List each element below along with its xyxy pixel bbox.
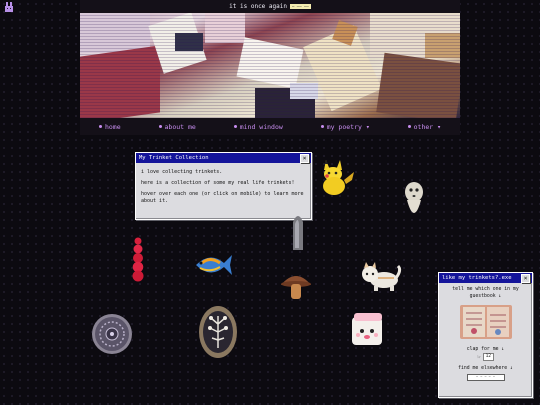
window-title: like my trinkets?.exe [442,275,512,281]
guestbook-book-icon[interactable] [459,303,512,341]
main-nav: home about me mind window my poetry ▾ ot… [80,118,460,135]
nav-other[interactable]: other ▾ [407,122,442,131]
close-button[interactable]: × [521,273,530,283]
bullet-icon [98,125,102,128]
pikachu-figurine[interactable] [318,158,354,196]
site-header: it is once again — —— —— home about me m… [80,0,460,135]
close-button[interactable]: × [300,153,309,163]
nav-my-poetry[interactable]: my poetry ▾ [320,122,370,131]
bullet-icon [158,125,162,128]
mushroom-figurine[interactable] [279,269,313,301]
intro-text: i love collecting trinkets. [141,169,223,175]
guestbook-window: like my trinkets?.exe × tell me which on… [438,272,533,398]
window-titlebar[interactable]: like my trinkets?.exe × [439,273,532,283]
intro-text: hover over each one (or click on mobile)… [141,191,304,204]
nav-about-me[interactable]: about me [158,122,196,131]
window-titlebar[interactable]: My Trinket Collection × [136,153,311,163]
stamps-label: find me elsewhere ↓ [458,366,513,371]
intro-text: here is a collection of some my real lif… [141,180,295,186]
clap-label: clap for me ↓ [466,347,505,352]
trinket-collection-window: My Trinket Collection × i love collectin… [135,152,312,220]
nav-label: other ▾ [413,122,442,131]
clap-counter[interactable]: ☞ 12 [441,353,530,361]
ornate-button[interactable] [90,312,134,356]
window-content: i love collecting trinkets. here is a co… [136,163,311,205]
cameo-brooch[interactable] [197,304,239,360]
header-bar: it is once again — —— —— [80,0,460,13]
spirit-figurine[interactable] [402,180,426,226]
cat-figurine[interactable] [360,262,402,292]
bullet-icon [320,125,324,128]
window-title: My Trinket Collection [139,155,209,161]
window-content: tell me which one in my guestbook ↓ clap… [439,283,532,381]
bunny-icon [5,2,13,12]
fish-charm[interactable] [192,251,234,277]
red-bead-stack[interactable] [130,235,146,283]
clap-count: 12 [482,353,495,361]
cube-charm[interactable] [350,311,386,347]
clap-icon: ☞ [476,353,481,361]
nav-home[interactable]: home [98,122,121,131]
nav-label: about me [164,122,196,131]
header-title: it is once again [229,3,287,10]
banner-image [80,13,460,118]
guestbook-prompt: tell me which one in my guestbook ↓ [452,287,519,299]
nav-label: home [104,122,121,131]
nav-label: my poetry ▾ [326,122,370,131]
nav-mind-window[interactable]: mind window [233,122,283,131]
elsewhere-button[interactable]: ~ ~ ~ ~ ~ [466,374,505,381]
bullet-charm[interactable] [290,210,306,252]
nav-label: mind window [239,122,283,131]
header-badge[interactable]: — —— —— [289,4,311,9]
bullet-icon [407,125,411,128]
bullet-icon [233,125,237,128]
